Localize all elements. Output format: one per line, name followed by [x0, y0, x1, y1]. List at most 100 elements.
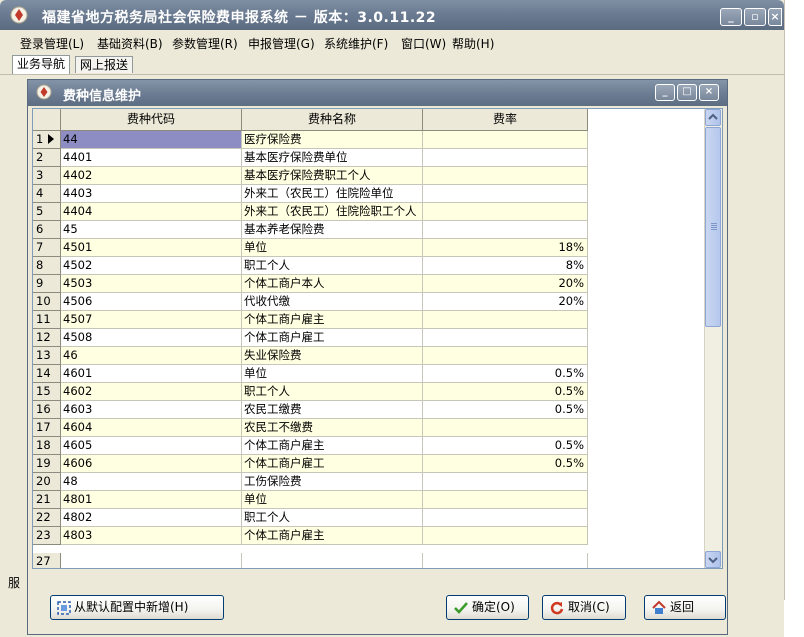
fee-rate-cell[interactable] — [423, 509, 588, 527]
fee-rate-cell[interactable]: 8% — [423, 257, 588, 275]
add-from-default-button[interactable]: 从默认配置中新增(H) — [50, 595, 224, 620]
tab-business-nav[interactable]: 业务导航 — [12, 55, 71, 74]
fee-code-cell[interactable] — [61, 553, 242, 568]
fee-code-cell[interactable]: 4606 — [61, 455, 242, 473]
fee-name-cell[interactable]: 基本医疗保险费职工个人 — [242, 167, 423, 185]
fee-name-cell[interactable]: 基本养老保险费 — [242, 221, 423, 239]
menu-window[interactable]: 窗口(W) — [401, 35, 446, 52]
fee-rate-cell[interactable] — [423, 329, 588, 347]
cancel-button[interactable]: 取消(C) — [542, 595, 626, 620]
fee-name-cell[interactable]: 外来工（农民工）住院险职工个人 — [242, 203, 423, 221]
fee-name-cell[interactable]: 个体工商户雇主 — [242, 437, 423, 455]
table-row[interactable]: 19 4606 个体工商户雇工 0.5% — [33, 455, 588, 473]
table-row[interactable]: 4 4403 外来工（农民工）住院险单位 — [33, 185, 588, 203]
fee-code-cell[interactable]: 4802 — [61, 509, 242, 527]
fee-name-cell[interactable]: 工伤保险费 — [242, 473, 423, 491]
fee-rate-cell[interactable] — [423, 491, 588, 509]
fee-code-cell[interactable]: 4502 — [61, 257, 242, 275]
table-row[interactable]: 6 45 基本养老保险费 — [33, 221, 588, 239]
fee-code-cell[interactable]: 4801 — [61, 491, 242, 509]
fee-grid[interactable]: 费种代码 费种名称 费率 1 44 医疗保险费 2 4401 基本医疗保险费单位 3 4402… — [32, 108, 723, 569]
fee-code-cell[interactable]: 4507 — [61, 311, 242, 329]
fee-rate-cell[interactable] — [423, 527, 588, 545]
table-row[interactable]: 15 4602 职工个人 0.5% — [33, 383, 588, 401]
dialog-maximize-icon[interactable]: □ — [677, 84, 697, 101]
fee-rate-cell[interactable] — [423, 419, 588, 437]
tab-online-submit[interactable]: 网上报送 — [75, 56, 134, 73]
fee-rate-cell[interactable]: 20% — [423, 275, 588, 293]
fee-code-cell[interactable]: 4604 — [61, 419, 242, 437]
fee-code-cell[interactable]: 4508 — [61, 329, 242, 347]
close-icon[interactable]: × — [768, 8, 782, 26]
table-row[interactable]: 22 4802 职工个人 — [33, 509, 588, 527]
dialog-minimize-icon[interactable]: _ — [655, 84, 675, 101]
fee-name-cell[interactable]: 个体工商户雇主 — [242, 527, 423, 545]
fee-code-cell[interactable]: 4401 — [61, 149, 242, 167]
fee-name-cell[interactable]: 个体工商户雇主 — [242, 311, 423, 329]
table-row[interactable]: 17 4604 农民工不缴费 — [33, 419, 588, 437]
table-row[interactable]: 9 4503 个体工商户本人 20% — [33, 275, 588, 293]
fee-code-cell[interactable]: 4501 — [61, 239, 242, 257]
fee-rate-cell[interactable] — [423, 203, 588, 221]
fee-rate-cell[interactable]: 0.5% — [423, 383, 588, 401]
fee-name-cell[interactable]: 职工个人 — [242, 509, 423, 527]
menu-declare[interactable]: 申报管理(G) — [248, 35, 315, 52]
table-row[interactable]: 7 4501 单位 18% — [33, 239, 588, 257]
table-row[interactable]: 2 4401 基本医疗保险费单位 — [33, 149, 588, 167]
fee-code-cell[interactable]: 4603 — [61, 401, 242, 419]
fee-name-cell[interactable]: 单位 — [242, 491, 423, 509]
fee-name-cell[interactable]: 职工个人 — [242, 257, 423, 275]
fee-name-cell[interactable]: 个体工商户雇工 — [242, 329, 423, 347]
fee-rate-cell[interactable] — [423, 553, 588, 568]
fee-rate-cell[interactable]: 20% — [423, 293, 588, 311]
fee-name-cell[interactable]: 农民工不缴费 — [242, 419, 423, 437]
table-row[interactable]: 16 4603 农民工缴费 0.5% — [33, 401, 588, 419]
table-row[interactable]: 14 4601 单位 0.5% — [33, 365, 588, 383]
fee-rate-cell[interactable]: 0.5% — [423, 455, 588, 473]
table-row[interactable]: 1 44 医疗保险费 — [33, 131, 588, 149]
header-fee-rate[interactable]: 费率 — [423, 109, 588, 131]
fee-name-cell[interactable]: 单位 — [242, 239, 423, 257]
table-row[interactable]: 21 4801 单位 — [33, 491, 588, 509]
grid-vertical-scrollbar[interactable] — [704, 109, 722, 568]
dialog-close-icon[interactable]: × — [699, 84, 719, 101]
fee-name-cell[interactable] — [242, 553, 423, 568]
fee-rate-cell[interactable] — [423, 473, 588, 491]
menu-params[interactable]: 参数管理(R) — [172, 35, 238, 52]
menu-help[interactable]: 帮助(H) — [452, 35, 494, 52]
table-row[interactable]: 20 48 工伤保险费 — [33, 473, 588, 491]
restore-icon[interactable]: ▫ — [744, 8, 766, 26]
fee-rate-cell[interactable]: 0.5% — [423, 401, 588, 419]
fee-code-cell[interactable]: 45 — [61, 221, 242, 239]
fee-name-cell[interactable]: 农民工缴费 — [242, 401, 423, 419]
back-button[interactable]: 返回 — [644, 595, 726, 620]
fee-code-cell[interactable]: 4506 — [61, 293, 242, 311]
fee-code-cell[interactable]: 4404 — [61, 203, 242, 221]
fee-code-cell[interactable]: 4803 — [61, 527, 242, 545]
fee-code-cell[interactable]: 48 — [61, 473, 242, 491]
menu-basic-data[interactable]: 基础资料(B) — [97, 35, 163, 52]
fee-rate-cell[interactable] — [423, 185, 588, 203]
scroll-up-icon[interactable] — [705, 109, 721, 126]
fee-rate-cell[interactable] — [423, 131, 588, 149]
fee-name-cell[interactable]: 个体工商户雇工 — [242, 455, 423, 473]
header-fee-code[interactable]: 费种代码 — [61, 109, 242, 131]
table-row[interactable]: 18 4605 个体工商户雇主 0.5% — [33, 437, 588, 455]
fee-code-cell[interactable]: 44 — [61, 131, 242, 149]
fee-code-cell[interactable]: 4602 — [61, 383, 242, 401]
header-fee-name[interactable]: 费种名称 — [242, 109, 423, 131]
fee-code-cell[interactable]: 4605 — [61, 437, 242, 455]
fee-name-cell[interactable]: 失业保险费 — [242, 347, 423, 365]
fee-name-cell[interactable]: 单位 — [242, 365, 423, 383]
scroll-thumb[interactable] — [705, 127, 721, 327]
menu-system[interactable]: 系统维护(F) — [324, 35, 388, 52]
fee-name-cell[interactable]: 外来工（农民工）住院险单位 — [242, 185, 423, 203]
table-row[interactable]: 13 46 失业保险费 — [33, 347, 588, 365]
table-row[interactable]: 23 4803 个体工商户雇主 — [33, 527, 588, 545]
fee-name-cell[interactable]: 个体工商户本人 — [242, 275, 423, 293]
fee-rate-cell[interactable]: 18% — [423, 239, 588, 257]
fee-rate-cell[interactable] — [423, 167, 588, 185]
fee-code-cell[interactable]: 4503 — [61, 275, 242, 293]
fee-name-cell[interactable]: 医疗保险费 — [242, 131, 423, 149]
fee-code-cell[interactable]: 4601 — [61, 365, 242, 383]
